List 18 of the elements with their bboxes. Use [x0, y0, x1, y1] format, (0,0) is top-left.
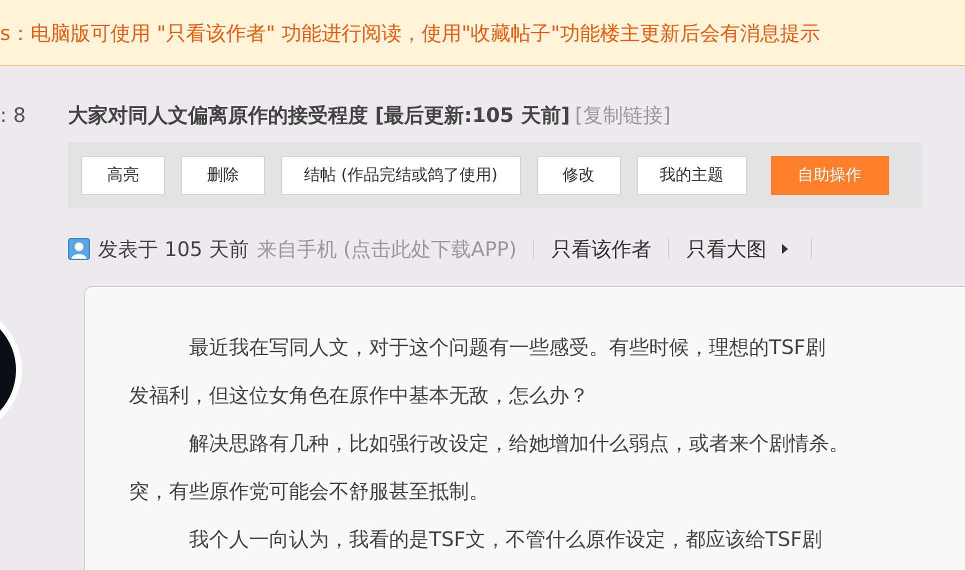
toolbar-button[interactable]: 我的主题	[636, 156, 747, 194]
post-text: 突，有些原作党可能会不舒服甚至抵制。	[129, 478, 490, 505]
post-text: 发福利，但这位女角色在原作中基本无敌，怎么办？	[129, 382, 590, 409]
post-text: 解决思路有几种，比如强行改设定，给她增加什么弱点，或者来个剧情杀。	[188, 430, 850, 457]
toolbar-button[interactable]: 删除	[181, 156, 265, 194]
post-count: : 8	[0, 102, 27, 128]
toolbar-button[interactable]: 结帖 (作品完结或鸽了使用)	[281, 156, 521, 194]
triangle-icon	[780, 243, 789, 255]
post-text: 最近我在写同人文，对于这个问题有一些感受。有些时候，理想的TSF剧	[188, 334, 826, 361]
toolbar-button[interactable]: 高亮	[81, 156, 165, 194]
user-icon	[68, 238, 90, 260]
notice-banner: s：电脑版可使用 "只看该作者" 功能进行阅读，使用"收藏帖子"功能楼主更新后会有消息提示	[0, 0, 965, 66]
toolbar-button[interactable]: 修改	[536, 156, 621, 194]
posted-time: 发表于 105 天前	[98, 236, 249, 262]
author-only-link[interactable]: 只看该作者	[552, 236, 652, 262]
thread-title: 大家对同人文偏离原作的接受程度 [最后更新:105 天前]	[68, 103, 570, 127]
images-only-link[interactable]: 只看大图	[686, 236, 767, 262]
post-text: 我个人一向认为，我看的是TSF文，不管什么原作设定，都应该给TSF剧	[188, 526, 823, 553]
